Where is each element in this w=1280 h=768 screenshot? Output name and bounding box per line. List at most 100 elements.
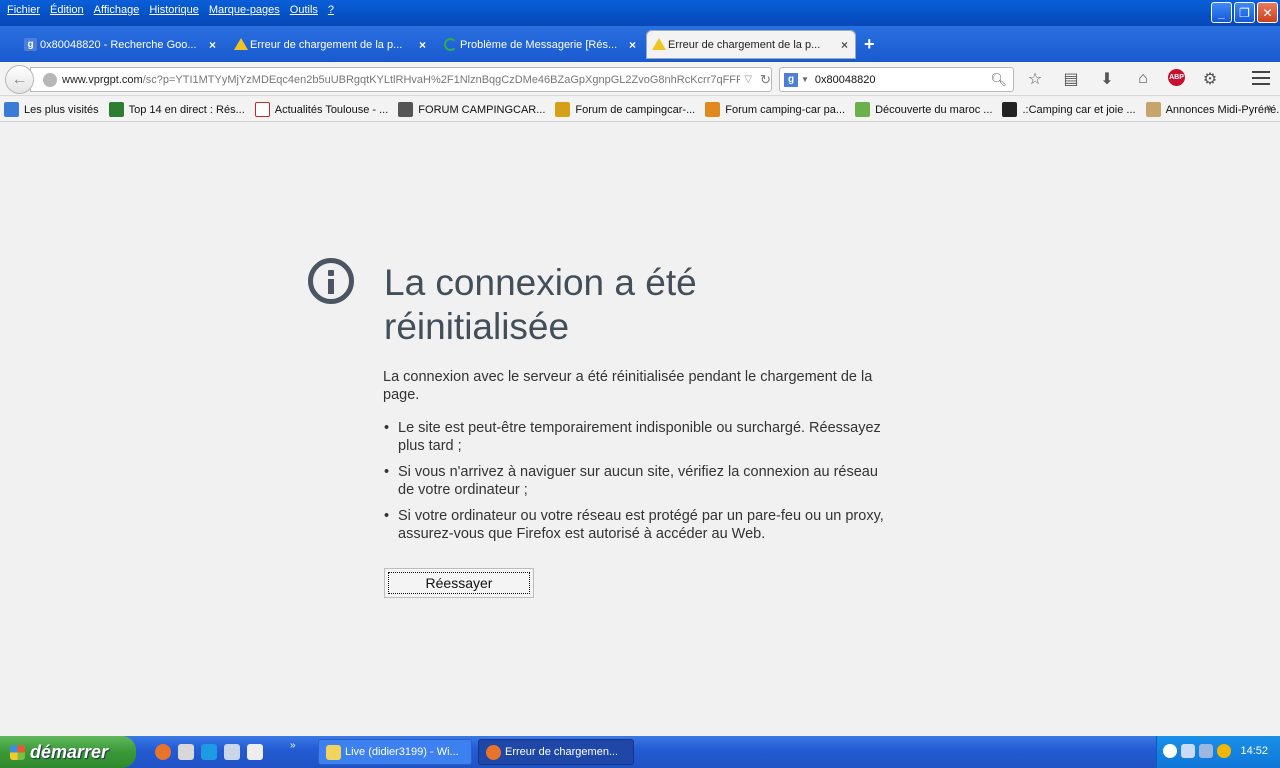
tab-error-1[interactable]: Erreur de chargement de la p... × bbox=[228, 30, 434, 59]
menu-bar: Fichier Édition Affichage Historique Mar… bbox=[2, 4, 339, 16]
close-tab-icon[interactable]: × bbox=[209, 38, 216, 52]
close-tab-icon[interactable]: × bbox=[419, 38, 426, 52]
tab-google-search[interactable]: g 0x80048820 - Recherche Goo... × bbox=[18, 30, 224, 59]
home-icon[interactable]: ⌂ bbox=[1132, 69, 1154, 89]
most-visited-icon bbox=[4, 102, 19, 117]
close-tab-icon[interactable]: × bbox=[841, 38, 848, 52]
network-icon[interactable] bbox=[1181, 744, 1195, 758]
camper-site-icon bbox=[555, 102, 571, 117]
url-bar[interactable]: www.vprgpt.com/sc?p=YTI1MTYyMjYzMDEqc4en… bbox=[30, 67, 772, 92]
menu-outils[interactable]: Outils bbox=[285, 4, 323, 16]
reading-list-icon[interactable]: ▤ bbox=[1060, 69, 1082, 89]
new-tab-plus-icon[interactable]: + bbox=[864, 34, 875, 55]
menu-fichier[interactable]: Fichier bbox=[2, 4, 45, 16]
menu-edition[interactable]: Édition bbox=[45, 4, 89, 16]
tab-label: Problème de Messagerie [Rés... bbox=[460, 38, 618, 51]
minimize-button[interactable]: _ bbox=[1211, 2, 1232, 23]
window-controls: _ ❐ ✕ bbox=[1211, 2, 1278, 23]
search-bar[interactable]: g ▼ 0x80048820 🔍︎ bbox=[779, 67, 1014, 92]
adblock-icon[interactable]: ABP bbox=[1168, 69, 1185, 86]
close-tab-icon[interactable]: × bbox=[629, 38, 636, 52]
start-button[interactable]: démarrer bbox=[0, 736, 136, 768]
system-tray: 14:52 bbox=[1156, 736, 1280, 768]
bookmark-label: Top 14 en direct : Rés... bbox=[128, 103, 245, 116]
close-window-button[interactable]: ✕ bbox=[1257, 2, 1278, 23]
taskbar-item-firefox[interactable]: Erreur de chargemen... bbox=[478, 739, 634, 765]
news-site-icon bbox=[254, 102, 270, 117]
start-label: démarrer bbox=[30, 741, 109, 762]
engine-dropdown-icon[interactable]: ▼ bbox=[801, 75, 809, 84]
url-text[interactable]: www.vprgpt.com/sc?p=YTI1MTYyMjYzMDEqc4en… bbox=[62, 74, 740, 86]
taskbar: démarrer » Live (didier3199) - Wi... Err… bbox=[0, 736, 1280, 768]
bookmark-item[interactable]: Annonces Midi-Pyréné... bbox=[1145, 102, 1280, 117]
url-dropdown-icon[interactable]: ▽ bbox=[744, 74, 752, 85]
reload-icon[interactable]: ↻ bbox=[760, 72, 771, 88]
back-button[interactable]: ← bbox=[5, 65, 34, 94]
antivirus-icon[interactable] bbox=[1217, 744, 1231, 758]
skype-icon[interactable] bbox=[201, 744, 217, 760]
bookmark-label: Forum camping-car pa... bbox=[725, 103, 846, 116]
download-icon[interactable]: ⬇ bbox=[1096, 69, 1118, 89]
tab-error-active[interactable]: Erreur de chargement de la p... × bbox=[646, 30, 856, 59]
menu-hamburger-icon[interactable] bbox=[1252, 71, 1270, 85]
search-icon[interactable]: 🔍︎ bbox=[990, 72, 1007, 88]
firefox-icon bbox=[486, 745, 501, 760]
bookmark-item[interactable]: FORUM CAMPINGCAR... bbox=[398, 102, 545, 117]
menu-marque-pages[interactable]: Marque-pages bbox=[204, 4, 285, 16]
firefox-icon[interactable] bbox=[155, 744, 171, 760]
task-label: Erreur de chargemen... bbox=[505, 746, 619, 758]
search-input[interactable]: 0x80048820 bbox=[815, 74, 991, 86]
bookmark-item[interactable]: Top 14 en direct : Rés... bbox=[108, 102, 245, 117]
bookmark-item[interactable]: Actualités Toulouse - ... bbox=[254, 102, 388, 117]
info-icon bbox=[308, 258, 354, 304]
tab-label: Erreur de chargement de la p... bbox=[668, 38, 821, 51]
bookmark-item[interactable]: Forum de campingcar-... bbox=[555, 102, 695, 117]
menu-affichage[interactable]: Affichage bbox=[89, 4, 145, 16]
chevron-more-icon[interactable]: » bbox=[1266, 102, 1272, 114]
tab-messagerie[interactable]: Problème de Messagerie [Rés... × bbox=[438, 30, 644, 59]
tray-icons bbox=[1163, 744, 1231, 758]
error-description: La connexion avec le serveur a été réini… bbox=[383, 369, 873, 403]
retry-label: Réessayer bbox=[388, 572, 530, 594]
suggestion-item: Si vous n'arrivez à naviguer sur aucun s… bbox=[384, 463, 898, 499]
error-title: La connexion a été réinitialisée bbox=[384, 262, 697, 347]
forum-site-icon bbox=[398, 102, 414, 117]
display-icon[interactable] bbox=[1199, 744, 1213, 758]
maximize-button[interactable]: ❐ bbox=[1234, 2, 1255, 23]
globe-icon bbox=[43, 72, 57, 87]
star-bookmark-icon[interactable]: ☆ bbox=[1024, 69, 1046, 89]
menu-help[interactable]: ? bbox=[323, 4, 339, 16]
warning-icon bbox=[652, 38, 666, 50]
printer-icon[interactable] bbox=[178, 744, 194, 760]
loading-icon bbox=[444, 38, 457, 51]
tab-strip: g 0x80048820 - Recherche Goo... × Erreur… bbox=[0, 26, 1280, 62]
bookmark-label: Les plus visités bbox=[24, 103, 99, 116]
suggestion-item: Le site est peut-être temporairement ind… bbox=[384, 419, 898, 455]
bookmark-item[interactable]: Les plus visités bbox=[4, 102, 99, 117]
bookmark-item[interactable]: Forum camping-car pa... bbox=[705, 102, 845, 117]
error-page: La connexion a été réinitialisée La conn… bbox=[0, 123, 1280, 732]
suggestion-item: Si votre ordinateur ou votre réseau est … bbox=[384, 507, 898, 543]
addon-icon[interactable]: ⚙ bbox=[1199, 69, 1221, 89]
bookmark-label: Annonces Midi-Pyréné... bbox=[1165, 103, 1280, 116]
bookmark-label: Forum de campingcar-... bbox=[575, 103, 696, 116]
camper-site-icon bbox=[705, 102, 721, 117]
camper-site-icon bbox=[1002, 102, 1018, 117]
google-icon[interactable]: g bbox=[784, 72, 798, 87]
navigation-bar: www.vprgpt.com/sc?p=YTI1MTYyMjYzMDEqc4en… bbox=[0, 62, 1280, 96]
rugby-site-icon bbox=[108, 102, 124, 117]
mail-icon[interactable] bbox=[224, 744, 240, 760]
retry-button[interactable]: Réessayer bbox=[384, 568, 534, 598]
task-label: Live (didier3199) - Wi... bbox=[345, 746, 459, 758]
bookmark-item[interactable]: Découverte du maroc ... bbox=[855, 102, 992, 117]
taskbar-item-live[interactable]: Live (didier3199) - Wi... bbox=[318, 739, 472, 765]
tray-expand-icon[interactable] bbox=[1163, 744, 1177, 758]
document-icon[interactable] bbox=[247, 744, 263, 760]
bookmark-item[interactable]: .:Camping car et joie ... bbox=[1002, 102, 1136, 117]
menu-historique[interactable]: Historique bbox=[144, 4, 204, 16]
tab-label: Erreur de chargement de la p... bbox=[250, 38, 403, 51]
morocco-site-icon bbox=[855, 102, 871, 117]
quick-launch bbox=[155, 744, 263, 760]
chevron-more-icon[interactable]: » bbox=[290, 740, 296, 751]
url-path: /sc?p=YTI1MTYyMjYzMDEqc4en2b5uUBRgqtKYLt… bbox=[142, 73, 741, 86]
